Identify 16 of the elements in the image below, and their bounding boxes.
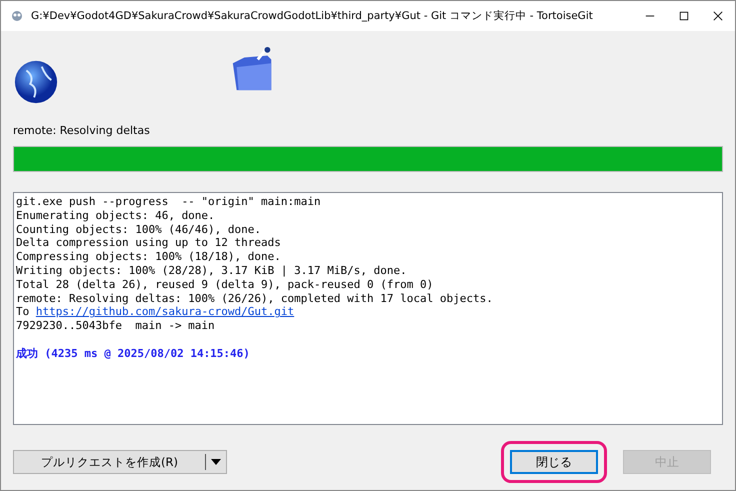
pull-request-button[interactable]: プルリクエストを作成(R)	[13, 450, 227, 474]
window-title: G:¥Dev¥Godot4GD¥SakuraCrowd¥SakuraCrowdGodotLib¥third_party¥Gut - Git コマンド実行中 - TortoiseGit	[31, 9, 593, 23]
log-line: Total 28 (delta 26), reused 9 (delta 9), pack-reused 0 (from 0)	[16, 278, 434, 292]
log-line: git.exe push --progress -- "origin" main:main	[16, 195, 322, 209]
log-line: remote: Resolving deltas: 100% (26/26), completed with 17 local objects.	[16, 292, 494, 306]
success-line: 成功 (4235 ms @ 2025/08/02 14:15:46)	[16, 346, 251, 361]
log-line: Counting objects: 100% (46/46), done.	[16, 222, 262, 236]
log-line: Delta compression using up to 12 threads	[16, 236, 282, 250]
status-text: remote: Resolving deltas	[13, 124, 151, 139]
close-button[interactable]: 閉じる	[510, 450, 598, 474]
log-line: 7929230..5043bfe main -> main	[16, 319, 216, 333]
log-line: Enumerating objects: 46, done.	[16, 208, 216, 223]
repository-link[interactable]: https://github.com/sakura-crowd/Gut.git	[36, 305, 294, 318]
log-line: To	[16, 305, 30, 318]
log-line: Compressing objects: 100% (18/18), done.	[16, 250, 282, 264]
log-line: Writing objects: 100% (28/28), 3.17 KiB | 3.17 MiB/s, done.	[16, 264, 408, 278]
